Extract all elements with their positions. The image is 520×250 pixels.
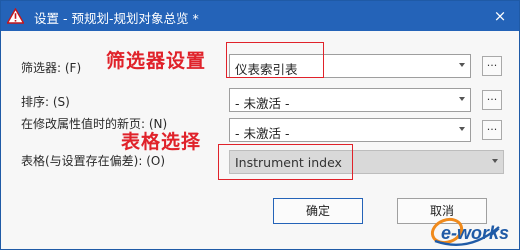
ok-button[interactable]: 确定 xyxy=(273,198,363,224)
sort-label: 排序: (S) xyxy=(21,95,70,109)
filter-setting-annotation: 筛选器设置 xyxy=(106,50,207,72)
new-page-value: - 未激活 - xyxy=(235,126,290,141)
close-button[interactable]: × xyxy=(489,6,511,26)
filter-label: 筛选器: (F) xyxy=(21,61,82,75)
title-bar: 设置 - 预规划-规划对象总览 * × xyxy=(1,1,519,31)
warning-icon xyxy=(7,8,24,24)
sort-value: - 未激活 - xyxy=(235,96,290,111)
filter-select[interactable]: 仪表索引表 xyxy=(229,54,471,78)
table-select: Instrument index xyxy=(229,150,504,174)
window-title: 设置 - 预规划-规划对象总览 * xyxy=(34,11,199,26)
e-works-logo: e-works xyxy=(430,217,509,246)
chevron-down-icon xyxy=(492,159,498,163)
chevron-down-icon xyxy=(459,127,465,131)
chevron-down-icon xyxy=(459,97,465,101)
new-page-select[interactable]: - 未激活 - xyxy=(229,118,471,142)
close-icon: × xyxy=(493,7,507,25)
table-label: 表格(与设置存在偏差): (O) xyxy=(21,154,166,168)
settings-dialog: 设置 - 预规划-规划对象总览 * × 筛选器: (F) 仪表索引表 ... 排… xyxy=(0,0,520,250)
filter-value: 仪表索引表 xyxy=(235,62,298,77)
chevron-down-icon xyxy=(459,63,465,67)
table-selection-annotation: 表格选择 xyxy=(121,131,202,153)
sort-browse-button[interactable]: ... xyxy=(482,90,502,110)
sort-select[interactable]: - 未激活 - xyxy=(229,88,471,112)
new-page-browse-button[interactable]: ... xyxy=(482,120,502,140)
table-value: Instrument index xyxy=(235,155,342,170)
logo-text: e-works xyxy=(441,223,509,243)
filter-browse-button[interactable]: ... xyxy=(482,56,502,76)
